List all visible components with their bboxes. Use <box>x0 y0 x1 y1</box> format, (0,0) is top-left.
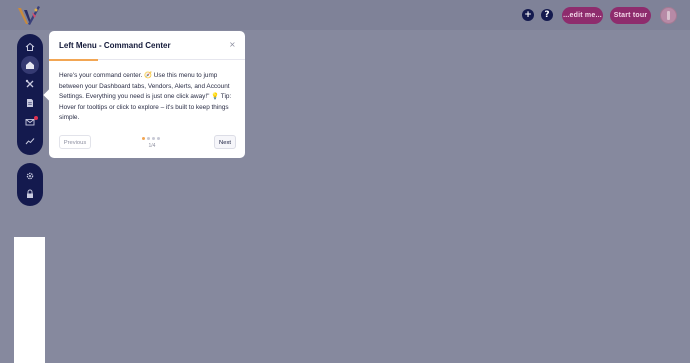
tour-title: Left Menu - Command Center <box>59 41 171 50</box>
nav-dashboard-icon[interactable] <box>21 56 39 74</box>
tools-icon <box>25 79 34 88</box>
nav-home-icon[interactable] <box>21 38 39 56</box>
gear-icon <box>26 172 34 180</box>
step-dot[interactable] <box>142 137 145 140</box>
tour-step-dots <box>142 137 162 140</box>
previous-button[interactable]: Previous <box>59 135 91 149</box>
tour-popover: Left Menu - Command Center × Here's your… <box>43 31 245 158</box>
tour-body-text: Here's your command center. 🧭 Use this m… <box>59 72 232 121</box>
chart-icon <box>25 138 35 145</box>
nav-settings-icon[interactable] <box>21 167 39 185</box>
edit-me-button[interactable]: ...edit me... <box>562 7 603 24</box>
nav-chart-icon[interactable] <box>21 132 39 150</box>
next-button[interactable]: Next <box>214 135 236 149</box>
step-dot[interactable] <box>152 137 155 140</box>
start-tour-button[interactable]: Start tour <box>610 7 651 24</box>
side-nav-bottom <box>17 163 43 206</box>
close-icon[interactable]: × <box>229 40 236 49</box>
step-dot[interactable] <box>147 137 150 140</box>
lock-icon <box>27 189 33 198</box>
step-dot[interactable] <box>157 137 160 140</box>
nav-mail-icon[interactable] <box>21 113 39 131</box>
avatar[interactable] <box>660 7 677 24</box>
add-icon[interactable]: + <box>522 9 534 21</box>
tour-progress-bar <box>49 59 98 61</box>
help-icon[interactable]: ? <box>541 9 553 21</box>
dashboard-icon <box>26 61 34 69</box>
document-icon <box>27 99 33 107</box>
top-header: + ? ...edit me... Start tour <box>0 0 690 30</box>
tour-arrow <box>43 89 55 101</box>
logo-icon[interactable] <box>16 4 42 26</box>
tour-step-counter: 1/4 <box>148 143 156 149</box>
home-icon <box>25 42 35 51</box>
alert-badge <box>34 116 38 120</box>
nav-tools-icon[interactable] <box>21 75 39 93</box>
collapsed-panel <box>14 237 45 363</box>
nav-document-icon[interactable] <box>21 94 39 112</box>
side-nav <box>17 34 43 155</box>
nav-lock-icon[interactable] <box>21 185 39 203</box>
